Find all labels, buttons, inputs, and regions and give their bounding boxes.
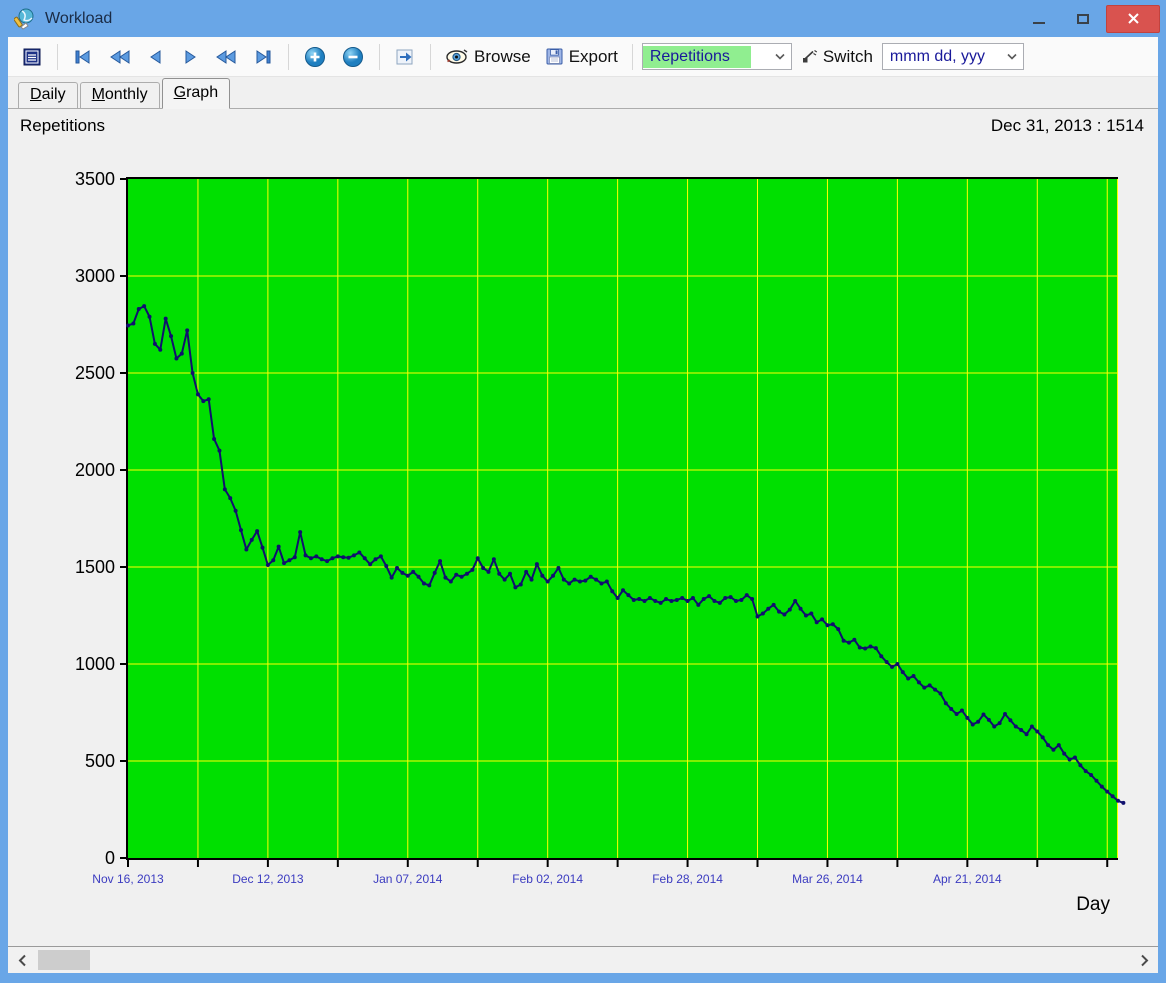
zoom-in-button[interactable]: [298, 42, 332, 72]
tab-daily[interactable]: Daily: [18, 82, 78, 108]
svg-text:1500: 1500: [75, 557, 115, 577]
tab-monthly[interactable]: Monthly: [79, 82, 160, 108]
export-label: Export: [568, 46, 618, 66]
close-button[interactable]: [1106, 4, 1160, 33]
toolbar-separator: [57, 43, 58, 70]
browse-button[interactable]: Browse: [440, 42, 536, 72]
goto-current-button[interactable]: [389, 42, 421, 72]
date-format-combobox-value: mmm dd, yyy: [889, 47, 986, 65]
toolbar-separator: [430, 43, 431, 70]
svg-text:Dec 12, 2013: Dec 12, 2013: [232, 872, 304, 886]
tab-strip: Daily Monthly Graph: [8, 77, 1158, 109]
svg-text:2500: 2500: [75, 363, 115, 383]
toolbar-separator: [288, 43, 289, 70]
next-button[interactable]: [175, 42, 205, 72]
chart-title: Repetitions: [20, 116, 106, 135]
chevron-down-icon: [775, 53, 785, 60]
switch-label: Switch: [822, 46, 873, 66]
goto-current-icon: [396, 49, 413, 64]
cursor-readout: Dec 31, 2013 : 1514: [990, 116, 1144, 135]
first-record-button[interactable]: [67, 42, 99, 72]
browse-label: Browse: [474, 46, 531, 66]
maximize-button[interactable]: [1062, 5, 1104, 33]
switch-button[interactable]: Switch: [796, 42, 878, 72]
zoom-out-icon: [343, 46, 363, 67]
zoom-in-icon: [305, 46, 325, 67]
graph-page: Repetitions Dec 31, 2013 : 1514 0 500 1000…: [8, 109, 1158, 946]
svg-text:Jan 07, 2014: Jan 07, 2014: [373, 872, 443, 886]
toolbar-separator: [631, 43, 633, 70]
svg-text:1000: 1000: [75, 654, 115, 674]
svg-text:500: 500: [85, 751, 115, 771]
window-controls: [1018, 4, 1160, 33]
scrollbar-thumb[interactable]: [38, 950, 90, 970]
menu-button[interactable]: [16, 42, 48, 72]
scroll-left-button[interactable]: [10, 947, 34, 973]
chart-plot[interactable]: 0 500 1000 1500 2000 2500 3000 3500 Nov 16, 2013…: [8, 109, 1158, 946]
close-icon: [1127, 13, 1139, 24]
save-icon: [546, 48, 563, 65]
chevron-left-icon: [18, 954, 26, 966]
svg-text:3000: 3000: [75, 266, 115, 286]
previous-button[interactable]: [141, 42, 171, 72]
date-format-combobox[interactable]: mmm dd, yyy: [881, 43, 1024, 70]
svg-text:2000: 2000: [75, 460, 115, 480]
minimize-icon: [1033, 21, 1045, 24]
svg-text:Nov 16, 2013: Nov 16, 2013: [92, 872, 164, 886]
scroll-right-button[interactable]: [1132, 947, 1156, 973]
toolbar-separator: [379, 43, 380, 70]
toolbar: Browse Export Repetitions Switch mmm dd,…: [8, 37, 1158, 77]
title-bar: Workload: [0, 0, 1166, 37]
app-icon: [14, 8, 36, 30]
last-record-icon: [256, 49, 271, 64]
chart-header: Repetitions Dec 31, 2013 : 1514: [20, 116, 1144, 136]
fast-forward-icon: [216, 49, 236, 64]
window-title: Workload: [45, 9, 113, 27]
svg-text:Day: Day: [1076, 894, 1110, 915]
series-combobox-value: Repetitions: [642, 45, 751, 68]
chevron-right-icon: [1140, 954, 1148, 966]
svg-text:Apr 21, 2014: Apr 21, 2014: [933, 872, 1002, 886]
fast-forward-button[interactable]: [209, 42, 243, 72]
fast-rewind-icon: [110, 49, 130, 64]
svg-text:Feb 28, 2014: Feb 28, 2014: [652, 872, 723, 886]
menu-icon: [23, 48, 41, 65]
last-record-button[interactable]: [247, 42, 279, 72]
next-icon: [185, 49, 196, 64]
series-combobox[interactable]: Repetitions: [641, 43, 792, 70]
minimize-button[interactable]: [1018, 5, 1060, 33]
svg-text:3500: 3500: [75, 169, 115, 189]
eye-icon: [446, 49, 468, 64]
svg-text:Feb 02, 2014: Feb 02, 2014: [512, 872, 583, 886]
client-area: Browse Export Repetitions Switch mmm dd,…: [8, 37, 1158, 973]
horizontal-scrollbar[interactable]: [8, 946, 1158, 973]
tab-graph[interactable]: Graph: [161, 78, 231, 109]
switch-icon: [802, 49, 817, 63]
previous-icon: [150, 49, 161, 64]
svg-text:0: 0: [105, 848, 115, 868]
export-button[interactable]: Export: [540, 42, 623, 72]
chevron-down-icon: [1007, 53, 1017, 60]
svg-text:Mar 26, 2014: Mar 26, 2014: [792, 872, 863, 886]
app-window: Workload Browse Export Repetitions Switc…: [0, 0, 1166, 983]
zoom-out-button[interactable]: [336, 42, 370, 72]
maximize-icon: [1077, 13, 1089, 24]
fast-rewind-button[interactable]: [103, 42, 137, 72]
first-record-icon: [75, 49, 90, 64]
